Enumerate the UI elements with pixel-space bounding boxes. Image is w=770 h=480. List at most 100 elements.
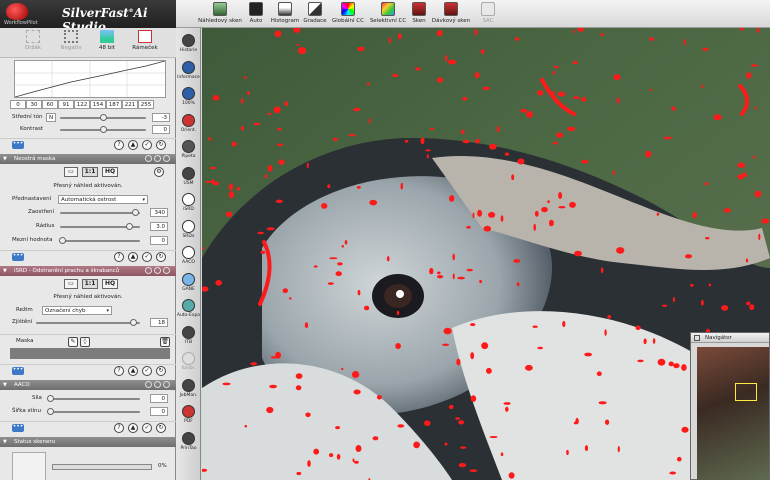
menu-icon[interactable] — [163, 155, 170, 162]
detect-value[interactable]: 18 — [150, 318, 168, 327]
checkbox-icon[interactable] — [145, 267, 152, 274]
amount-slider[interactable] — [60, 209, 140, 216]
help-icon[interactable]: ? — [114, 140, 124, 150]
expert-icon[interactable]: ▲ — [128, 140, 138, 150]
pdf-tool-button[interactable]: PDF — [176, 405, 201, 424]
isrd-tool-button[interactable]: iSRD — [176, 193, 201, 212]
history-tool-button[interactable]: Historie — [176, 34, 201, 53]
close-icon[interactable] — [154, 381, 161, 388]
frame-button[interactable]: Rámeček — [128, 30, 162, 51]
radius-knob[interactable] — [126, 223, 133, 230]
shadow-slider[interactable] — [47, 408, 140, 415]
holder-button[interactable]: Držák — [16, 30, 50, 51]
navigator-title[interactable]: Navigátor — [691, 333, 769, 343]
midtone-unit[interactable]: N — [46, 113, 56, 122]
orientation-tool-button[interactable]: Orient. — [176, 113, 201, 133]
mode-select[interactable]: Označení chyb — [42, 306, 112, 315]
shadow-knob[interactable] — [47, 408, 54, 415]
detect-knob[interactable] — [130, 319, 137, 326]
reset-icon[interactable]: ↻ — [156, 140, 166, 150]
usm-header[interactable]: Neostrá maska — [0, 154, 176, 164]
gradation-curve[interactable] — [14, 60, 166, 98]
batch-scan-button[interactable]: Dávkový sken — [430, 2, 472, 27]
calibration-tool-button[interactable]: Kalibr. — [176, 352, 201, 371]
printao-tool-button[interactable]: PrinTao — [176, 431, 201, 451]
histogram-button[interactable]: Histogram — [268, 2, 302, 27]
srdx-tool-button[interactable]: SRDx — [176, 219, 201, 239]
checkbox-icon[interactable] — [145, 381, 152, 388]
selective-cc-button[interactable]: Selektivní CC — [368, 2, 408, 27]
apply-icon[interactable]: ✓ — [142, 140, 152, 150]
jobmanager-tool-button[interactable]: JobMan. — [176, 378, 201, 398]
status-header[interactable]: Status skeneru — [0, 437, 176, 447]
curve-value-field[interactable]: 30 — [26, 100, 42, 109]
gane-tool-button[interactable]: GANE — [176, 272, 201, 292]
aaco-more-button[interactable]: ••• — [12, 424, 24, 432]
navigator-viewport[interactable] — [735, 383, 757, 401]
reset-icon[interactable]: ↻ — [156, 252, 166, 262]
apply-icon[interactable]: ✓ — [142, 366, 152, 376]
curve-value-field[interactable]: 0 — [10, 100, 26, 109]
threshold-slider[interactable] — [59, 237, 140, 244]
preview-1to1-button[interactable]: 1:1 — [82, 279, 98, 289]
preview-frame-icon[interactable]: ▭ — [64, 167, 78, 177]
usm-more-button[interactable]: ••• — [12, 253, 24, 261]
global-cc-button[interactable]: Globální CC — [330, 2, 366, 27]
usm-tool-button[interactable]: USM — [176, 166, 201, 186]
auto-button[interactable]: Auto — [242, 2, 270, 27]
help-icon[interactable]: ? — [114, 366, 124, 376]
mask-edit-icon[interactable]: ✎ — [68, 337, 78, 347]
strength-value[interactable]: 0 — [150, 394, 168, 403]
checkbox-icon[interactable] — [145, 155, 152, 162]
prescan-button[interactable]: Náhledový sken — [198, 2, 242, 27]
expert-icon[interactable]: ▲ — [128, 423, 138, 433]
close-icon[interactable] — [154, 155, 161, 162]
threshold-value[interactable]: 0 — [150, 236, 168, 245]
usm-settings-icon[interactable]: ⚙ — [154, 167, 164, 177]
curve-value-field[interactable]: 60 — [42, 100, 58, 109]
expert-icon[interactable]: ▲ — [128, 366, 138, 376]
navigator-window[interactable]: Navigátor — [690, 332, 770, 480]
reset-icon[interactable]: ↻ — [156, 423, 166, 433]
help-icon[interactable]: ? — [114, 252, 124, 262]
info-tool-button[interactable]: Informace — [176, 60, 201, 80]
pipette-tool-button[interactable]: Pipeta — [176, 140, 201, 159]
detect-slider[interactable] — [36, 319, 140, 326]
more-button[interactable]: ••• — [12, 141, 24, 149]
strength-slider[interactable] — [47, 395, 140, 402]
scan-button[interactable]: Sken — [408, 2, 430, 27]
isrd-header[interactable]: iSRD - Odstranění prachu a škrabanců — [0, 266, 176, 276]
curve-value-field[interactable]: 221 — [122, 100, 138, 109]
48bit-button[interactable]: 48 bit — [90, 30, 124, 51]
midtone-knob[interactable] — [100, 114, 107, 121]
curve-value-field[interactable]: 187 — [106, 100, 122, 109]
menu-icon[interactable] — [163, 381, 170, 388]
curve-value-field[interactable]: 122 — [74, 100, 90, 109]
radius-slider[interactable] — [60, 223, 140, 230]
radius-value[interactable]: 3.0 — [150, 222, 168, 231]
isrd-more-button[interactable]: ••• — [12, 367, 24, 375]
itb-tool-button[interactable]: ITB — [176, 325, 201, 345]
preview-image[interactable] — [202, 28, 770, 480]
midtone-value[interactable]: -3 — [152, 113, 170, 122]
aaco-header[interactable]: AACO — [0, 380, 176, 390]
contrast-slider[interactable] — [60, 126, 146, 133]
mask-eraser-icon[interactable]: ◊ — [80, 337, 90, 347]
threshold-knob[interactable] — [59, 237, 66, 244]
curve-value-field[interactable]: 154 — [90, 100, 106, 109]
midtone-slider[interactable] — [60, 114, 146, 121]
strength-knob[interactable] — [47, 395, 54, 402]
expert-icon[interactable]: ▲ — [128, 252, 138, 262]
curve-value-field[interactable]: 255 — [138, 100, 154, 109]
contrast-value[interactable]: 0 — [152, 125, 170, 134]
help-icon[interactable]: ? — [114, 423, 124, 433]
negative-button[interactable]: Negativ — [54, 30, 88, 51]
shadow-value[interactable]: 0 — [150, 407, 168, 416]
curve-value-field[interactable]: 91 — [58, 100, 74, 109]
reset-icon[interactable]: ↻ — [156, 366, 166, 376]
aaco-tool-button[interactable]: AACO — [176, 246, 201, 265]
contrast-knob[interactable] — [100, 126, 107, 133]
amount-knob[interactable] — [132, 209, 139, 216]
zoom-tool-button[interactable]: 100% — [176, 87, 201, 106]
gradation-button[interactable]: Gradace — [300, 2, 330, 27]
